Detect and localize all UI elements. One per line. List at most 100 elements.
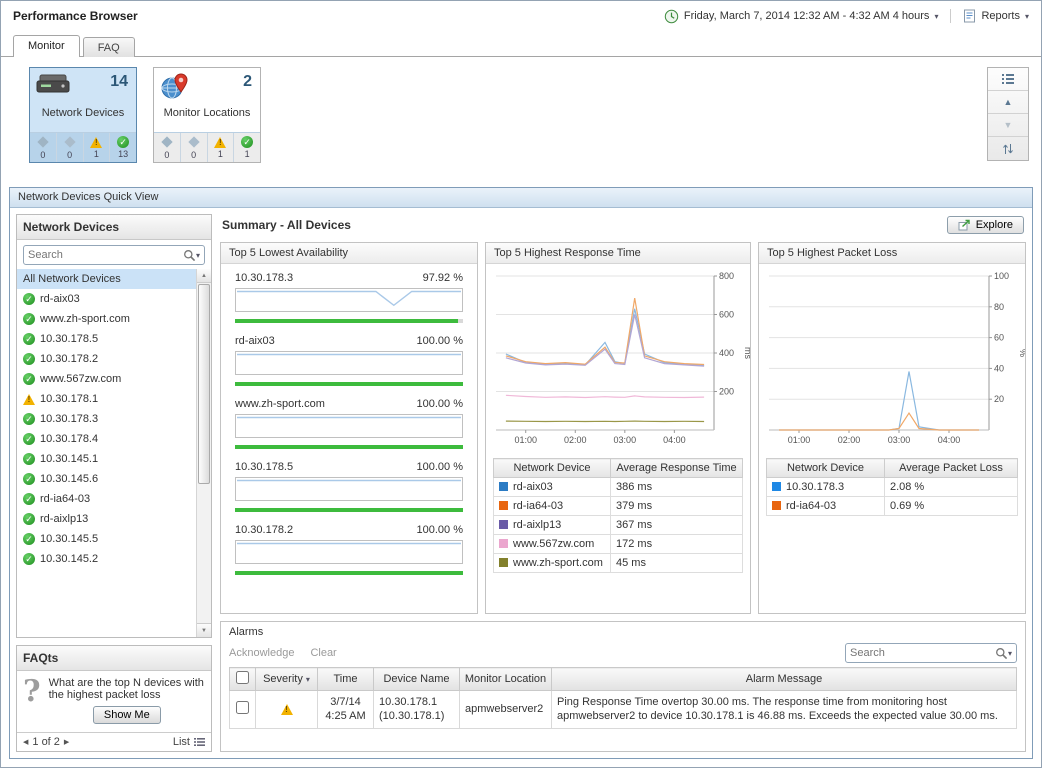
device-status-icon bbox=[23, 453, 35, 465]
availability-bar bbox=[235, 445, 463, 449]
pager-next-icon[interactable]: ▶ bbox=[64, 738, 69, 746]
device-item-10-30-178-4[interactable]: 10.30.178.4 bbox=[17, 429, 196, 449]
device-item-www-zh-sport-com[interactable]: www.zh-sport.com bbox=[17, 309, 196, 329]
tab-faq[interactable]: FAQ bbox=[83, 37, 135, 57]
severity-count: 0 bbox=[57, 150, 83, 160]
availability-bar-fill bbox=[235, 319, 458, 323]
series-swatch bbox=[772, 482, 781, 491]
device-item-rd-aix03[interactable]: rd-aix03 bbox=[17, 289, 196, 309]
svg-text:100: 100 bbox=[994, 271, 1009, 281]
explore-label: Explore bbox=[976, 219, 1013, 231]
availability-sparkline bbox=[235, 414, 463, 438]
device-item-10-30-145-6[interactable]: 10.30.145.6 bbox=[17, 469, 196, 489]
scrollbar-up-icon[interactable]: ▲ bbox=[197, 269, 211, 283]
acknowledge-button[interactable]: Acknowledge bbox=[229, 647, 294, 659]
clear-button[interactable]: Clear bbox=[310, 647, 336, 659]
tab-monitor[interactable]: Monitor bbox=[13, 35, 80, 57]
device-item-www-567zw-com[interactable]: www.567zw.com bbox=[17, 369, 196, 389]
scroll-up-icon[interactable]: ▲ bbox=[988, 91, 1028, 114]
pager-prev-icon[interactable]: ◀ bbox=[23, 738, 28, 746]
availability-sparkline bbox=[235, 540, 463, 564]
explore-button[interactable]: Explore bbox=[947, 216, 1024, 234]
status-cell[interactable]: 13 bbox=[109, 133, 136, 162]
response-time-row: www.zh-sport.com 45 ms bbox=[494, 554, 743, 573]
status-cell[interactable]: 0 bbox=[56, 133, 83, 162]
device-item-10-30-145-5[interactable]: 10.30.145.5 bbox=[17, 529, 196, 549]
time-range-selector[interactable]: Friday, March 7, 2014 12:32 AM - 4:32 AM… bbox=[684, 10, 930, 22]
tile-network-devices[interactable]: 14 Network Devices 00113 bbox=[29, 67, 137, 163]
packet-loss-chart: 2040608010001:0002:0003:0004:00% bbox=[759, 264, 1025, 454]
search-options-caret-icon[interactable]: ▾ bbox=[196, 251, 200, 260]
availability-sparkline bbox=[235, 288, 463, 312]
availability-bar-fill bbox=[235, 571, 463, 575]
sidebar: Network Devices ▾ All Network Devicesrd-… bbox=[16, 214, 212, 752]
response-time-panel-title: Top 5 Highest Response Time bbox=[486, 243, 750, 264]
device-item-all-network-devices[interactable]: All Network Devices bbox=[17, 269, 196, 289]
faqts-list-toggle[interactable]: List bbox=[173, 736, 205, 748]
device-status-icon bbox=[23, 353, 35, 365]
column-header-monitor-location[interactable]: Monitor Location bbox=[460, 668, 552, 691]
response-time-value: 379 ms bbox=[611, 497, 743, 516]
device-item-rd-aixlp13[interactable]: rd-aixlp13 bbox=[17, 509, 196, 529]
device-search-input[interactable] bbox=[28, 249, 183, 261]
search-icon[interactable] bbox=[183, 249, 196, 262]
status-cell[interactable]: 0 bbox=[30, 133, 56, 162]
availability-panel: Top 5 Lowest Availability 10.30.178.3 97… bbox=[220, 242, 478, 614]
scrollbar-thumb[interactable] bbox=[198, 284, 210, 484]
device-item-10-30-178-3[interactable]: 10.30.178.3 bbox=[17, 409, 196, 429]
sort-icon[interactable] bbox=[988, 137, 1028, 160]
question-mark-icon: ? bbox=[23, 677, 41, 730]
device-item-10-30-178-1[interactable]: 10.30.178.1 bbox=[17, 389, 196, 409]
faqts-question: What are the top N devices with the high… bbox=[49, 677, 205, 701]
alarm-location: apmwebserver2 bbox=[460, 691, 552, 729]
device-item-10-30-178-2[interactable]: 10.30.178.2 bbox=[17, 349, 196, 369]
column-header-average-packet-loss: Average Packet Loss bbox=[884, 459, 1017, 478]
column-header-network-device: Network Device bbox=[767, 459, 885, 478]
tile-options-icon[interactable] bbox=[988, 68, 1028, 91]
column-header-time[interactable]: Time bbox=[318, 668, 374, 691]
reports-caret-icon[interactable]: ▾ bbox=[1025, 12, 1029, 21]
status-cell[interactable]: 1 bbox=[233, 133, 260, 162]
device-label: All Network Devices bbox=[23, 273, 121, 285]
column-header-alarm-message[interactable]: Alarm Message bbox=[552, 668, 1017, 691]
response-time-value: 367 ms bbox=[611, 516, 743, 535]
availability-bar bbox=[235, 508, 463, 512]
device-name: 10.30.178.3 bbox=[786, 481, 844, 493]
device-item-10-30-145-2[interactable]: 10.30.145.2 bbox=[17, 549, 196, 569]
status-cell[interactable]: 1 bbox=[207, 133, 234, 162]
series-swatch bbox=[499, 520, 508, 529]
show-me-button[interactable]: Show Me bbox=[93, 706, 161, 724]
device-name: rd-ia64-03 bbox=[513, 500, 563, 512]
quick-view-panel: Network Devices Quick View Network Devic… bbox=[9, 187, 1033, 759]
alarms-search-input[interactable] bbox=[850, 647, 995, 659]
svg-text:01:00: 01:00 bbox=[788, 435, 811, 445]
device-list-scrollbar[interactable]: ▲ ▼ bbox=[196, 269, 211, 637]
scrollbar-down-icon[interactable]: ▼ bbox=[197, 623, 211, 637]
select-all-checkbox[interactable] bbox=[236, 671, 249, 684]
severity-filter-caret-icon[interactable]: ▾ bbox=[306, 675, 310, 684]
availability-bar bbox=[235, 382, 463, 386]
column-header-device-name[interactable]: Device Name bbox=[374, 668, 460, 691]
tile-monitor-locations[interactable]: 2 Monitor Locations 0011 bbox=[153, 67, 261, 163]
device-item-10-30-178-5[interactable]: 10.30.178.5 bbox=[17, 329, 196, 349]
response-time-row: www.567zw.com 172 ms bbox=[494, 535, 743, 554]
scroll-down-icon[interactable]: ▼ bbox=[988, 114, 1028, 137]
severity-icon bbox=[161, 136, 172, 147]
reports-menu[interactable]: Reports bbox=[981, 10, 1020, 22]
column-header-severity[interactable]: Severity ▾ bbox=[256, 668, 318, 691]
time-range-caret-icon[interactable]: ▾ bbox=[934, 12, 938, 21]
pager-label: 1 of 2 bbox=[32, 736, 60, 748]
svg-text:03:00: 03:00 bbox=[888, 435, 911, 445]
search-icon[interactable] bbox=[995, 647, 1008, 660]
alarm-row[interactable]: 3/7/14 4:25 AM 10.30.178.1 (10.30.178.1)… bbox=[230, 691, 1017, 729]
quick-view-title: Network Devices Quick View bbox=[10, 188, 1032, 208]
search-options-caret-icon[interactable]: ▾ bbox=[1008, 649, 1012, 658]
response-time-panel: Top 5 Highest Response Time 200400600800… bbox=[485, 242, 751, 614]
status-cell[interactable]: 1 bbox=[83, 133, 110, 162]
status-cell[interactable]: 0 bbox=[154, 133, 180, 162]
device-item-rd-ia64-03[interactable]: rd-ia64-03 bbox=[17, 489, 196, 509]
status-cell[interactable]: 0 bbox=[180, 133, 207, 162]
alarm-row-checkbox[interactable] bbox=[236, 701, 249, 714]
device-item-10-30-145-1[interactable]: 10.30.145.1 bbox=[17, 449, 196, 469]
summary-title: Summary - All Devices bbox=[222, 218, 351, 232]
